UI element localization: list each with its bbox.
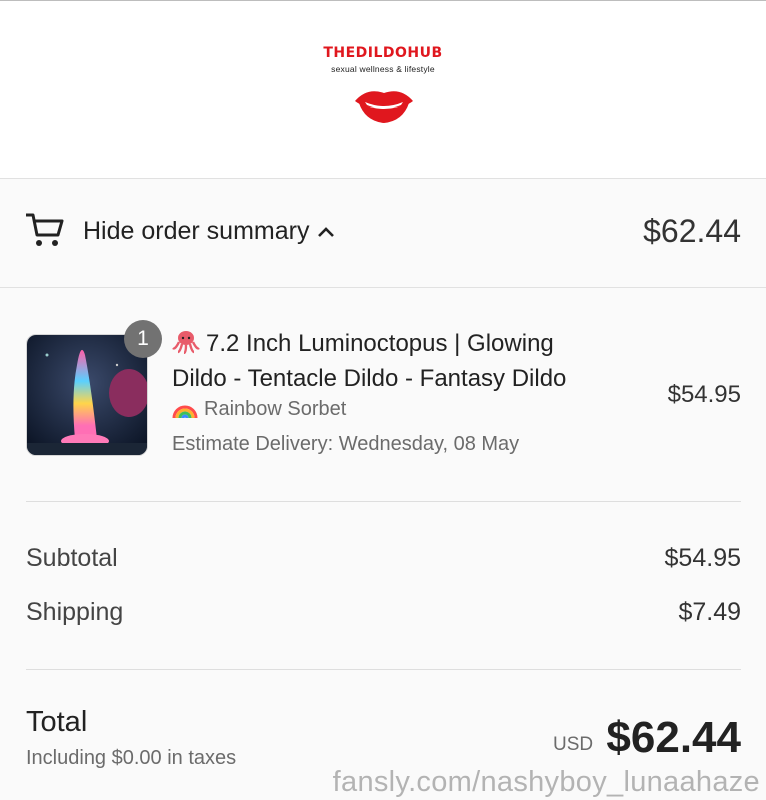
product-title-text: 7.2 Inch Luminoctopus | Glowing Dildo - … [172,330,567,392]
lips-logo-icon[interactable] [353,85,415,125]
brand-tagline: sexual wellness & lifestyle [331,64,435,74]
toggle-label: Hide order summary [83,217,310,245]
summary-total: $62.44 [643,213,741,249]
order-summary-bar[interactable]: Hide order summary $62.44 [0,179,766,288]
hide-order-summary-toggle[interactable]: Hide order summary [83,217,335,246]
divider [26,669,741,670]
rainbow-emoji-icon [172,405,198,418]
quantity-badge: 1 [124,320,162,358]
product-variant: Rainbow Sorbet [172,398,346,421]
grand-total: $62.44 [606,713,741,762]
variant-label: Rainbow Sorbet [204,398,347,420]
item-price: $54.95 [667,381,741,408]
chevron-up-icon [318,226,335,237]
shipping-value: $7.49 [678,598,741,626]
line-item: 1 7.2 Inch Luminoctopus | Glowing Dildo … [0,288,766,501]
cart-icon [26,213,64,246]
watermark: fansly.com/nashyboy_lunaahaze [332,766,760,798]
shipping-label: Shipping [26,598,124,626]
estimated-delivery: Estimate Delivery: Wednesday, 08 May [172,433,520,455]
store-header: THEDILDOHUB sexual wellness & lifestyle [0,1,766,179]
divider [26,501,741,502]
brand-logo-text[interactable]: THEDILDOHUB [0,45,766,61]
subtotal-label: Subtotal [26,544,118,572]
total-label: Total [26,706,88,738]
subtotal-value: $54.95 [664,544,741,572]
product-title[interactable]: 7.2 Inch Luminoctopus | Glowing Dildo - … [172,326,612,396]
tax-note: Including $0.00 in taxes [26,747,237,769]
currency-code: USD [553,734,594,755]
octopus-emoji-icon [172,331,200,354]
